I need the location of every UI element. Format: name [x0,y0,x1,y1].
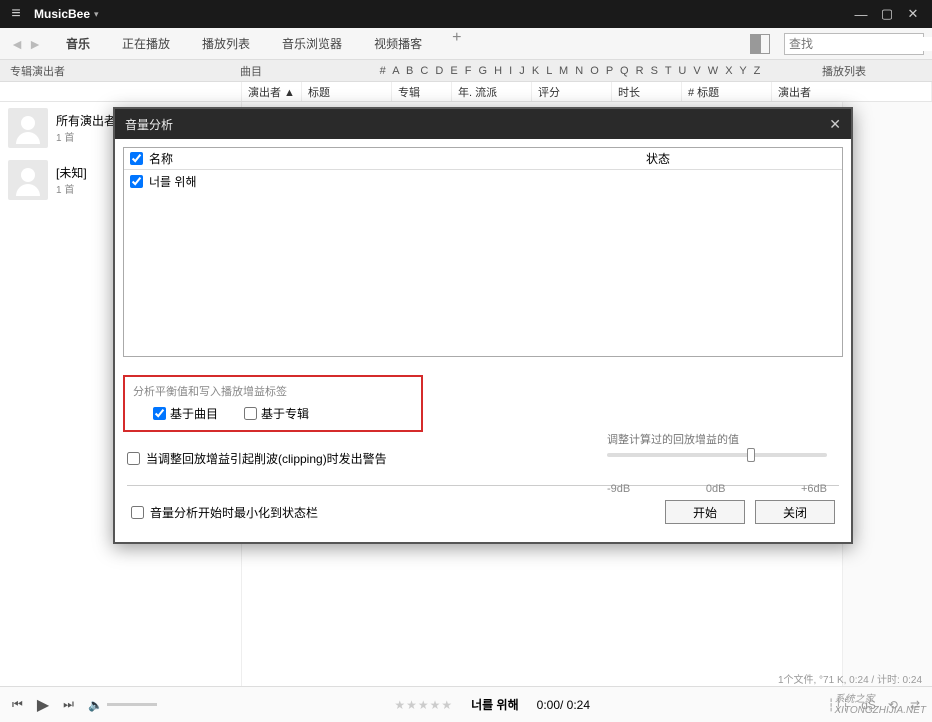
equalizer-icon[interactable]: ┆┆┆ [828,698,850,712]
search-box[interactable]: 🔍 ▾ [784,33,924,55]
main-tabs: 音乐 正在播放 播放列表 音乐浏览器 视频播客 + [64,29,750,58]
tick-zero: 0dB [706,483,726,495]
layout-toggle-icon[interactable] [750,34,770,54]
playback-time: 0:00/ 0:24 [537,698,590,712]
track-listbox: 名称 状态 너를 위해 [123,147,843,357]
prev-button[interactable]: ⏮ [12,697,23,712]
artist-title: 所有演出者 [56,112,116,129]
artist-title: [未知] [56,164,87,181]
list-col-state[interactable]: 状态 [646,150,836,167]
filter-track[interactable]: 曲目 [240,63,320,79]
gain-adjust-slider-area: 调整计算过的回放增益的值 -9dB 0dB +6dB [607,431,827,495]
next-button[interactable]: ⏭ [63,697,74,712]
filter-header: 专辑演出者 曲目 # A B C D E F G H I J K L M N O… [0,60,932,82]
minimize-button[interactable]: — [848,7,874,22]
artist-count: 1 首 [56,181,87,196]
shuffle-icon[interactable]: ⇄ [910,698,920,712]
dialog-footer: 音量分析开始时最小化到状态栏 开始 关闭 [123,496,843,534]
slider-label: 调整计算过的回放增益的值 [607,431,827,447]
dialog-close-icon[interactable]: ✕ [829,116,841,133]
clipping-checkbox[interactable] [127,452,140,465]
filter-albumartist[interactable]: 专辑演出者 [10,63,240,79]
tick-max: +6dB [801,483,827,495]
per-track-checkbox[interactable] [153,407,166,420]
col-num-title[interactable]: # 标题 [682,82,772,101]
tab-video[interactable]: 视频播客 [372,29,424,58]
col-rating[interactable]: 评分 [532,82,612,101]
per-album-checkbox[interactable] [244,407,257,420]
filter-alpha[interactable]: # A B C D E F G H I J K L M N O P Q R S … [320,65,822,77]
app-name: MusicBee [34,7,90,21]
app-dropdown-icon[interactable]: ▾ [94,9,99,20]
opt-per-track[interactable]: 基于曲目 [153,405,218,422]
statusbar: 1个文件, °71 K, 0:24 / 计时: 0:24 [778,671,922,686]
volume-control[interactable]: 🔈 [88,698,157,712]
col-title[interactable]: 标题 [302,82,392,101]
start-button[interactable]: 开始 [665,500,745,524]
repeat-icon[interactable]: ⟲ [888,698,898,712]
tab-playlist[interactable]: 播放列表 [200,29,252,58]
volume-analysis-dialog: 音量分析 ✕ 名称 状态 너를 위해 分析平衡值和写入播放增益标签 基于曲目 基… [113,107,853,544]
close-button[interactable]: 关闭 [755,500,835,524]
col-artist[interactable]: 演出者 ▲ [242,82,302,101]
list-col-name[interactable]: 名称 [149,150,173,167]
tab-music[interactable]: 音乐 [64,29,92,58]
search-input[interactable] [789,37,932,51]
nav-forward-icon[interactable]: ► [26,36,44,52]
volume-slider[interactable] [107,703,157,706]
lastfm-icon[interactable]: ɑS [861,698,876,712]
list-item[interactable]: 너를 위해 [124,170,842,193]
opt-per-album[interactable]: 基于专辑 [244,405,309,422]
track-checkbox[interactable] [130,175,143,188]
tab-browser[interactable]: 音乐浏览器 [280,29,344,58]
gain-slider[interactable] [607,453,827,457]
filter-playlist[interactable]: 播放列表 [822,63,922,79]
list-header: 名称 状态 [124,148,842,170]
avatar-icon [8,160,48,200]
tab-nowplaying[interactable]: 正在播放 [120,29,172,58]
tick-min: -9dB [607,483,630,495]
close-button[interactable]: ✕ [900,6,926,22]
gain-tag-options: 分析平衡值和写入播放增益标签 基于曲目 基于专辑 [123,375,423,432]
playlist-panel [842,102,932,692]
volume-icon[interactable]: 🔈 [88,698,103,712]
minimize-option[interactable]: 音量分析开始时最小化到状态栏 [131,504,318,521]
avatar-icon [8,108,48,148]
gain-tag-label: 分析平衡值和写入播放增益标签 [133,383,413,399]
slider-thumb[interactable] [747,448,755,462]
add-tab-icon[interactable]: + [452,29,461,58]
col-duration[interactable]: 时长 [612,82,682,101]
dialog-title: 音量分析 [125,116,173,133]
now-playing-title: 너를 위해 [471,696,519,713]
minimize-checkbox[interactable] [131,506,144,519]
titlebar: ≡ MusicBee ▾ — ▢ ✕ [0,0,932,28]
minimize-label: 音量分析开始时最小化到状态栏 [150,504,318,521]
play-button[interactable]: ▶ [37,695,49,715]
track-name: 너를 위해 [149,173,197,190]
column-headers: 演出者 ▲ 标题 专辑 年. 流派 评分 时长 # 标题 演出者 [0,82,932,102]
nav-back-icon[interactable]: ◄ [8,36,26,52]
col-artist2[interactable]: 演出者 [772,82,932,101]
select-all-checkbox[interactable] [130,152,143,165]
artist-count: 1 首 [56,129,116,144]
player-bar: ⏮ ▶ ⏭ 🔈 ★★★★★ 너를 위해 0:00/ 0:24 ┆┆┆ ɑS ⟲ … [0,686,932,722]
rating-stars[interactable]: ★★★★★ [394,698,453,712]
hamburger-icon[interactable]: ≡ [6,5,26,23]
dialog-titlebar[interactable]: 音量分析 ✕ [115,109,851,139]
col-album[interactable]: 专辑 [392,82,452,101]
col-year-genre[interactable]: 年. 流派 [452,82,532,101]
maximize-button[interactable]: ▢ [874,6,900,22]
clipping-label: 当调整回放增益引起削波(clipping)时发出警告 [146,450,387,467]
toolbar: ◄ ► 音乐 正在播放 播放列表 音乐浏览器 视频播客 + 🔍 ▾ [0,28,932,60]
